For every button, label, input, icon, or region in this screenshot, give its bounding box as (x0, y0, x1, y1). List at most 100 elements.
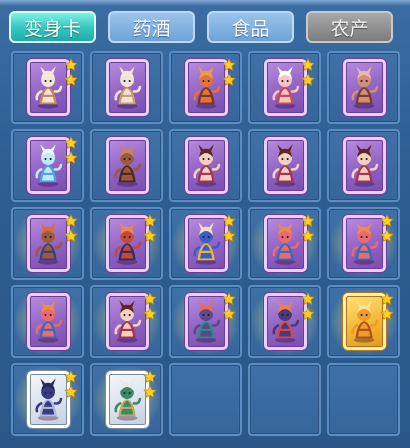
armored-knight-character-icon (193, 300, 221, 343)
inventory-panel: 变身卡 药酒 食品 农产 (0, 0, 410, 448)
item-grid (11, 51, 400, 436)
tab-transform-cards[interactable]: 变身卡 (9, 11, 96, 43)
star-icon (64, 214, 78, 227)
star-rating (301, 58, 315, 87)
bandit-character-icon (35, 222, 63, 265)
star-rating (222, 58, 236, 87)
item-slot[interactable] (248, 129, 321, 202)
item-slot[interactable] (90, 207, 163, 280)
item-slot[interactable] (248, 207, 321, 280)
star-icon (64, 136, 78, 149)
item-slot[interactable] (11, 285, 84, 358)
tab-farm-produce[interactable]: 农产 (306, 11, 393, 43)
item-slot[interactable] (11, 363, 84, 436)
golden-dragon-character-icon (351, 300, 379, 343)
pink-fighter-character-icon (351, 222, 379, 265)
white-rabbit-character-icon (114, 66, 142, 109)
item-slot[interactable] (90, 51, 163, 124)
star-icon (64, 385, 78, 398)
star-icon (64, 151, 78, 164)
ice-fairy-character-icon (35, 144, 63, 187)
boar-character-icon (351, 66, 379, 109)
item-slot[interactable] (90, 363, 163, 436)
tab-medicinal-wine[interactable]: 药酒 (108, 11, 195, 43)
star-icon (380, 229, 394, 242)
dancer-character-icon (114, 300, 142, 343)
star-icon (301, 292, 315, 305)
star-rating (64, 136, 78, 165)
star-icon (222, 214, 236, 227)
empty-slot (327, 363, 400, 436)
star-icon (222, 292, 236, 305)
dancer-character-icon (193, 144, 221, 187)
star-icon (301, 307, 315, 320)
pink-fighter-character-icon (35, 300, 63, 343)
item-slot[interactable] (169, 129, 242, 202)
item-slot[interactable] (11, 207, 84, 280)
purple-swordsman-character-icon (35, 378, 63, 421)
star-icon (143, 307, 157, 320)
star-icon (64, 58, 78, 71)
green-sage-character-icon (114, 378, 142, 421)
dancer-character-icon (351, 144, 379, 187)
transform-card-icon (185, 137, 228, 194)
transform-card-icon (343, 59, 386, 116)
star-icon (143, 292, 157, 305)
item-slot[interactable] (90, 285, 163, 358)
star-icon (301, 58, 315, 71)
star-icon (222, 229, 236, 242)
transform-card-icon (264, 137, 307, 194)
panel-top-border (0, 0, 410, 6)
star-icon (143, 370, 157, 383)
red-warrior-character-icon (114, 222, 142, 265)
star-rating (380, 292, 394, 321)
item-slot[interactable] (169, 51, 242, 124)
fox-warrior-character-icon (193, 66, 221, 109)
star-icon (380, 214, 394, 227)
tab-food[interactable]: 食品 (207, 11, 294, 43)
transform-card-icon (27, 293, 70, 350)
star-icon (64, 73, 78, 86)
item-slot[interactable] (90, 129, 163, 202)
item-slot[interactable] (327, 51, 400, 124)
star-icon (301, 229, 315, 242)
star-rating (301, 214, 315, 243)
white-rabbit-character-icon (35, 66, 63, 109)
star-rating (222, 292, 236, 321)
star-icon (301, 73, 315, 86)
star-rating (143, 370, 157, 399)
star-icon (301, 214, 315, 227)
item-slot[interactable] (327, 129, 400, 202)
star-icon (143, 385, 157, 398)
empty-slot (248, 363, 321, 436)
star-icon (222, 73, 236, 86)
item-slot[interactable] (327, 285, 400, 358)
star-rating (143, 214, 157, 243)
star-icon (380, 292, 394, 305)
pink-fighter-character-icon (272, 222, 300, 265)
transform-card-icon (106, 59, 149, 116)
item-slot[interactable] (327, 207, 400, 280)
item-slot[interactable] (248, 285, 321, 358)
item-slot[interactable] (169, 207, 242, 280)
item-slot[interactable] (11, 51, 84, 124)
item-slot[interactable] (11, 129, 84, 202)
item-slot[interactable] (248, 51, 321, 124)
star-icon (143, 229, 157, 242)
star-icon (222, 307, 236, 320)
star-rating (301, 292, 315, 321)
star-icon (222, 58, 236, 71)
star-icon (64, 229, 78, 242)
star-rating (380, 214, 394, 243)
star-icon (64, 370, 78, 383)
armored-knight-character-icon (272, 300, 300, 343)
star-icon (380, 307, 394, 320)
pig-character-icon (272, 66, 300, 109)
transform-card-icon (343, 137, 386, 194)
dancer-character-icon (272, 144, 300, 187)
category-tabs: 变身卡 药酒 食品 农产 (9, 11, 393, 43)
star-rating (143, 292, 157, 321)
item-slot[interactable] (169, 285, 242, 358)
empty-slot (169, 363, 242, 436)
star-rating (64, 58, 78, 87)
